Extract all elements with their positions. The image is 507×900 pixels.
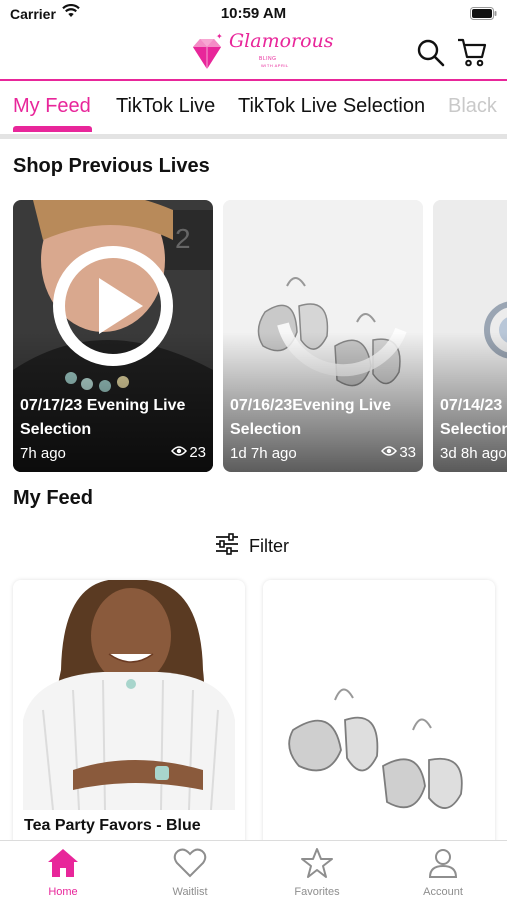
tabs-divider: [0, 134, 507, 139]
live-card[interactable]: 07/14/23 Evening Live Selection 3d 8h ag…: [433, 200, 507, 472]
section-title-my-feed: My Feed: [13, 487, 94, 509]
header-divider: [0, 79, 507, 81]
nav-home[interactable]: Home: [18, 847, 108, 898]
live-views: 33: [381, 444, 416, 461]
nav-favorites[interactable]: Favorites: [272, 847, 362, 898]
bottom-nav: Home Waitlist Favorites Account: [0, 840, 507, 900]
nav-label-favorites: Favorites: [294, 886, 340, 898]
live-views: 23: [171, 444, 206, 461]
live-title: 07/14/23 Evening Live Selection: [440, 397, 507, 438]
tab-my-feed[interactable]: My Feed: [13, 95, 91, 118]
live-view-count: 23: [189, 444, 206, 461]
clock: 10:59 AM: [220, 5, 287, 22]
heart-icon: [173, 848, 207, 883]
filter-button[interactable]: Filter: [215, 532, 289, 560]
app-header: ✦ Glamorous BLING WITH APRIL: [0, 28, 507, 80]
nav-account[interactable]: Account: [398, 847, 488, 898]
eye-icon: [381, 444, 398, 461]
diamond-icon: ✦: [193, 33, 223, 69]
star-icon: [300, 848, 334, 883]
live-card[interactable]: 2 07/17/23 Evening Live Selection 7h ago…: [13, 200, 213, 472]
user-icon: [426, 849, 460, 883]
logo-subtext: BLING: [259, 56, 277, 62]
logo-subtext2: WITH APRIL: [261, 63, 289, 68]
live-time: 1d 7h ago: [230, 445, 297, 462]
live-title: 07/17/23 Evening Live Selection: [20, 397, 186, 438]
product-card[interactable]: [263, 580, 495, 850]
cart-icon[interactable]: [456, 36, 488, 73]
product-image: [263, 580, 495, 840]
eye-icon: [171, 444, 188, 461]
nav-label-account: Account: [423, 886, 463, 898]
logo-text: Glamorous: [229, 30, 334, 52]
tab-tiktok-live-selection[interactable]: TikTok Live Selection: [238, 95, 425, 118]
home-icon: [46, 849, 80, 883]
svg-text:✦: ✦: [216, 33, 223, 41]
battery-icon: [470, 7, 497, 25]
nav-waitlist[interactable]: Waitlist: [145, 847, 235, 898]
tab-black[interactable]: Black: [448, 95, 497, 118]
status-bar: Carrier 10:59 AM: [0, 0, 507, 28]
live-time: 3d 8h ago: [440, 445, 507, 462]
brand-logo[interactable]: ✦ Glamorous BLING WITH APRIL: [185, 30, 334, 76]
svg-text:2: 2: [175, 223, 191, 254]
live-title: 07/16/23Evening Live Selection: [230, 397, 391, 438]
previous-lives-carousel[interactable]: 2 07/17/23 Evening Live Selection 7h ago…: [0, 200, 507, 472]
product-card[interactable]: Tea Party Favors - Blue: [13, 580, 245, 850]
play-icon[interactable]: [51, 244, 175, 373]
live-card[interactable]: 07/16/23Evening Live Selection 1d 7h ago…: [223, 200, 423, 472]
product-image: [13, 580, 245, 811]
nav-label-waitlist: Waitlist: [172, 886, 208, 898]
category-tabs: My Feed TikTok Live TikTok Live Selectio…: [0, 82, 507, 136]
search-icon[interactable]: [416, 38, 446, 73]
nav-label-home: Home: [48, 886, 78, 898]
tab-tiktok-live[interactable]: TikTok Live: [116, 95, 215, 118]
sliders-icon: [215, 532, 239, 560]
active-tab-indicator: [13, 126, 92, 132]
live-view-count: 33: [399, 444, 416, 461]
live-time: 7h ago: [20, 445, 66, 462]
section-title-previous-lives: Shop Previous Lives: [13, 155, 210, 177]
product-name: Tea Party Favors - Blue: [24, 817, 201, 834]
filter-label: Filter: [249, 535, 289, 556]
